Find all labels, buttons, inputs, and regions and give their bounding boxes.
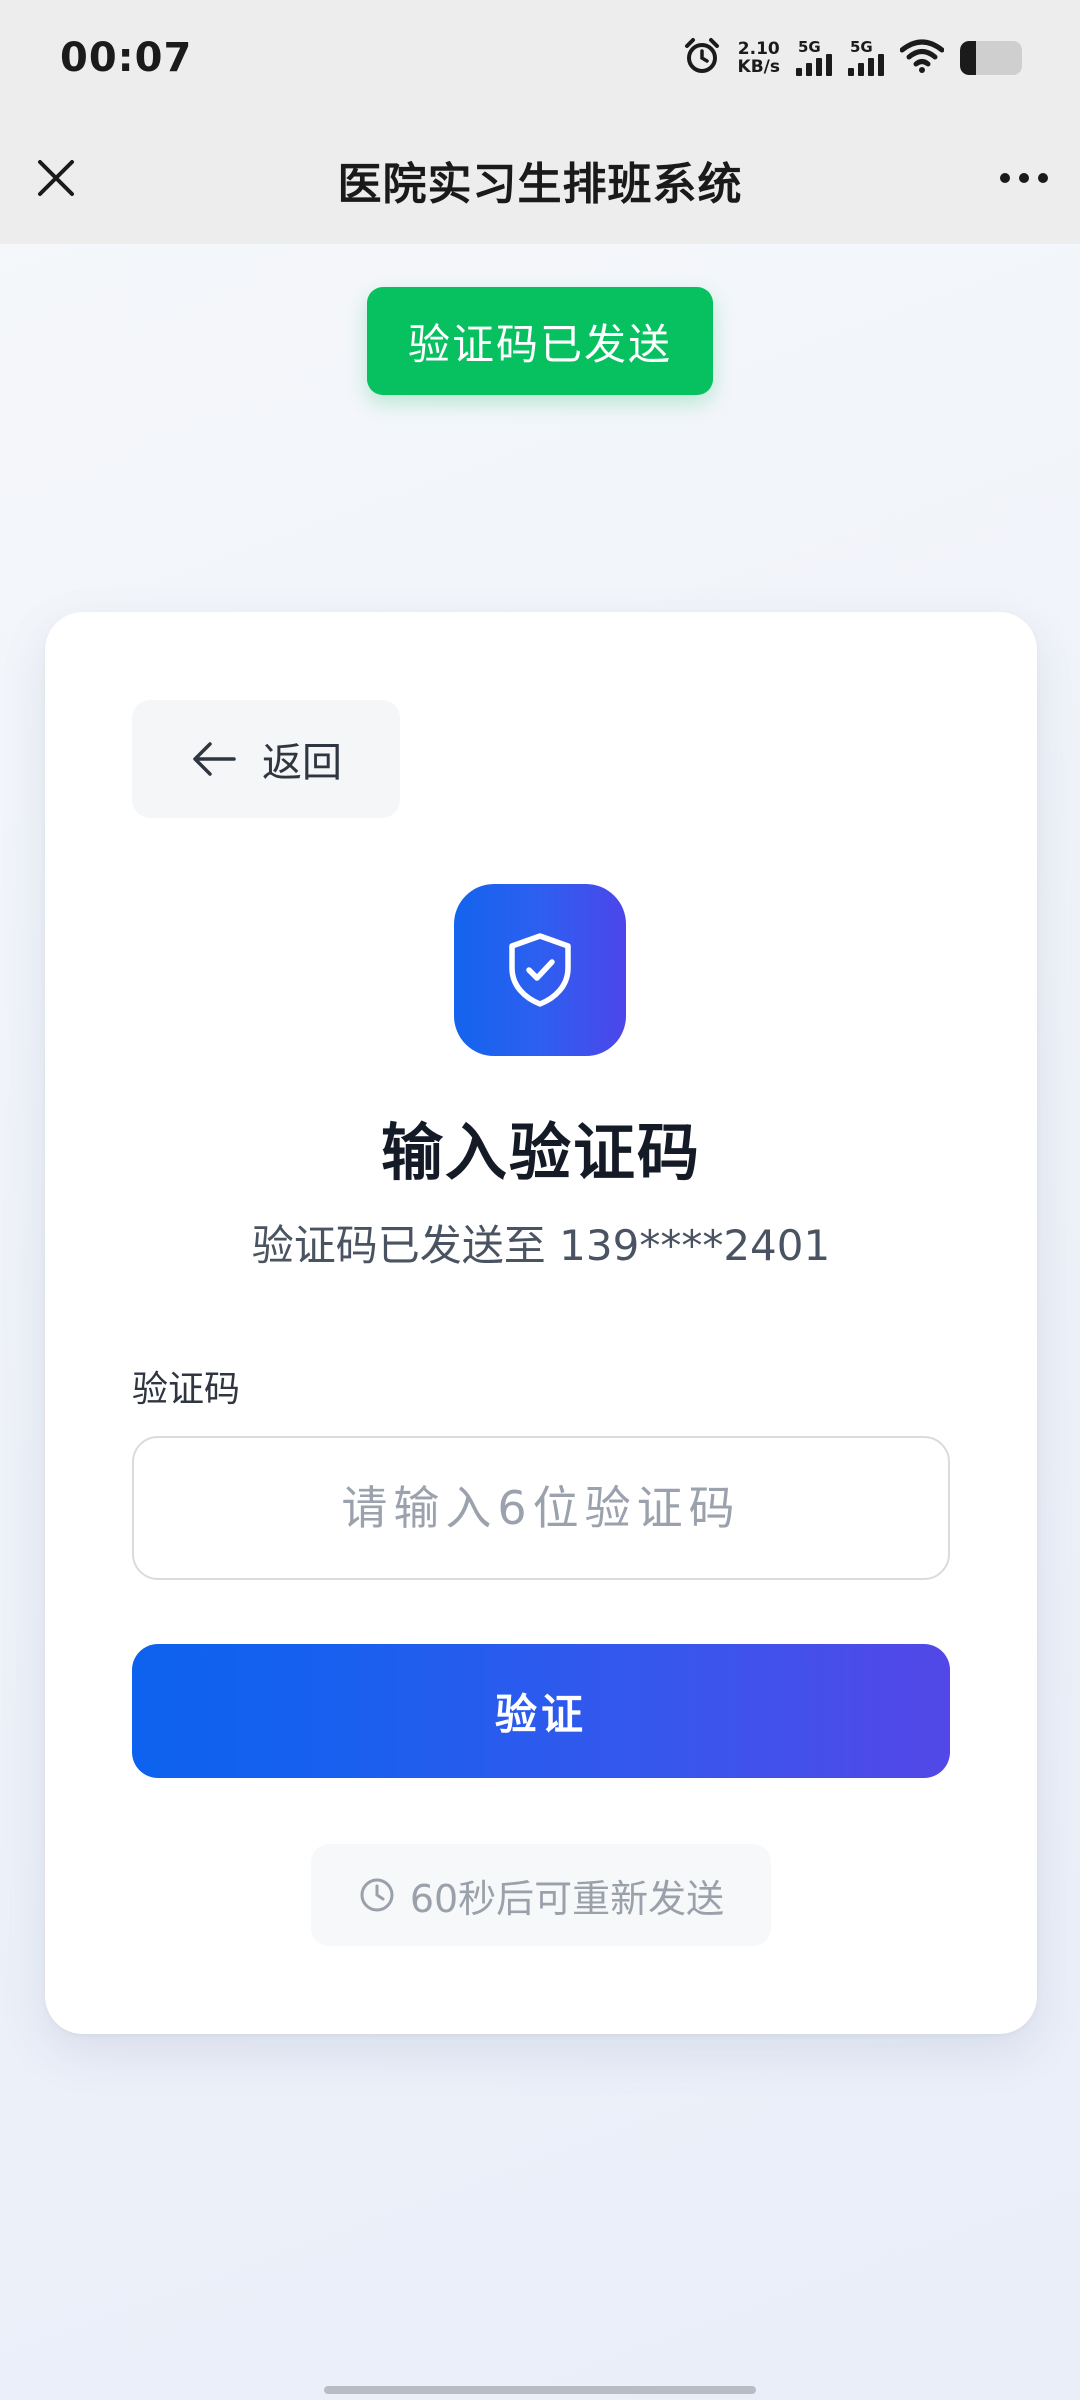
clock-icon bbox=[360, 1878, 394, 1912]
verify-button[interactable]: 验证 bbox=[132, 1644, 950, 1778]
sim1-label: 5G bbox=[798, 38, 821, 56]
alarm-icon bbox=[682, 36, 722, 80]
battery-level bbox=[960, 41, 976, 75]
status-time: 00:07 bbox=[60, 35, 193, 81]
close-icon bbox=[38, 160, 74, 196]
title-bar: 医院实习生排班系统 bbox=[0, 116, 1080, 244]
code-field-label: 验证码 bbox=[132, 1369, 241, 1410]
verification-card: 返回 输入验证码 验证码已发送至 139****2401 验证码 验证 60秒后… bbox=[45, 612, 1037, 2034]
resend-label: 60秒后可重新发送 bbox=[409, 1876, 725, 1921]
sim1-signal: 5G bbox=[796, 40, 832, 76]
shield-check-icon bbox=[509, 933, 571, 1007]
signal-bars-icon bbox=[848, 54, 884, 76]
back-button[interactable]: 返回 bbox=[132, 700, 400, 818]
wifi-icon bbox=[899, 39, 945, 77]
close-button[interactable] bbox=[26, 148, 86, 208]
battery-icon bbox=[960, 41, 1022, 75]
signal-bars-icon bbox=[796, 54, 832, 76]
toast-message: 验证码已发送 bbox=[367, 287, 713, 395]
arrow-left-icon bbox=[193, 742, 236, 776]
more-icon bbox=[1000, 173, 1048, 183]
more-button[interactable] bbox=[994, 148, 1054, 208]
network-speed: 2.10 KB/s bbox=[738, 40, 780, 76]
network-speed-unit: KB/s bbox=[737, 57, 780, 77]
shield-badge bbox=[454, 884, 626, 1056]
card-subtitle: 验证码已发送至 139****2401 bbox=[251, 1221, 831, 1270]
status-icons: 2.10 KB/s 5G 5G bbox=[682, 36, 1022, 80]
resend-countdown: 60秒后可重新发送 bbox=[311, 1844, 771, 1946]
network-speed-value: 2.10 bbox=[737, 39, 780, 59]
card-heading: 输入验证码 bbox=[380, 1116, 701, 1189]
sim2-signal: 5G bbox=[848, 40, 884, 76]
home-indicator bbox=[324, 2386, 756, 2394]
verification-code-input[interactable] bbox=[132, 1436, 950, 1580]
back-button-label: 返回 bbox=[262, 740, 342, 786]
status-bar: 00:07 2.10 KB/s 5G 5G bbox=[0, 0, 1080, 116]
sim2-label: 5G bbox=[850, 38, 873, 56]
page-title: 医院实习生排班系统 bbox=[337, 159, 743, 210]
